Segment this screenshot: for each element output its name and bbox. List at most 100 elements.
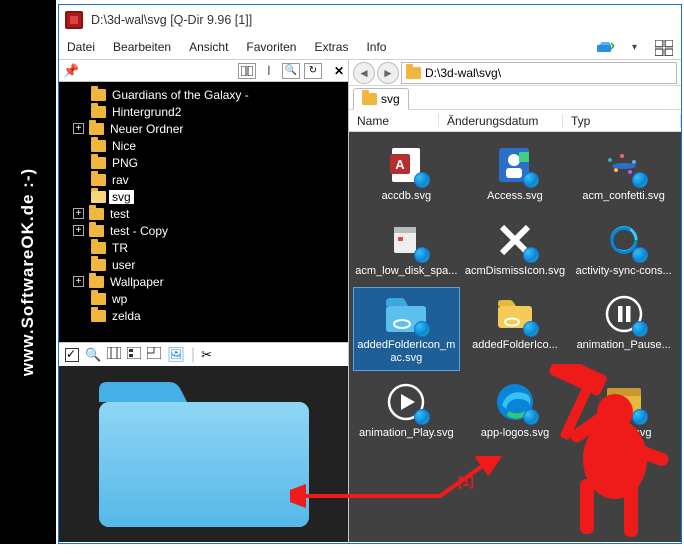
- file-item[interactable]: addedFolderIco...: [462, 287, 569, 370]
- magnify-icon[interactable]: 🔍: [282, 63, 300, 79]
- tree-item[interactable]: TR: [59, 239, 348, 256]
- file-name: app-logos.svg: [481, 427, 550, 440]
- close-pane-icon[interactable]: ✕: [334, 64, 344, 78]
- tree-item[interactable]: +test: [59, 205, 348, 222]
- expand-icon[interactable]: +: [73, 123, 84, 134]
- filmstrip-icon[interactable]: [107, 346, 121, 364]
- menu-info[interactable]: Info: [366, 40, 386, 54]
- tree-item[interactable]: +test - Copy: [59, 222, 348, 239]
- col-name[interactable]: Name: [349, 114, 439, 128]
- tree-label: Neuer Ordner: [107, 122, 186, 136]
- folder-icon: [89, 208, 104, 220]
- tab-svg[interactable]: svg: [353, 88, 409, 110]
- file-item[interactable]: addedFolderIcon_mac.svg: [353, 287, 460, 370]
- tree-label: zelda: [109, 309, 144, 323]
- edge-badge-icon: [523, 321, 539, 337]
- column-headers: Name Änderungsdatum Typ: [349, 110, 681, 132]
- menu-bearbeiten[interactable]: Bearbeiten: [113, 40, 171, 54]
- file-item[interactable]: acm_low_disk_spa...: [353, 213, 460, 284]
- file-name: acm_low_disk_spa...: [355, 265, 457, 278]
- file-item[interactable]: Aaccdb.svg: [353, 138, 460, 209]
- tree-label: wp: [109, 292, 130, 306]
- pin-icon[interactable]: 📌: [63, 63, 79, 79]
- folder-icon: [91, 174, 106, 186]
- edge-badge-icon: [414, 172, 430, 188]
- tree-item[interactable]: user: [59, 256, 348, 273]
- tree-item[interactable]: + Neuer Ordner: [59, 120, 348, 137]
- file-thumbnail: A: [380, 144, 432, 186]
- file-item[interactable]: archive.svg: [570, 375, 677, 446]
- app-window: D:\3d-wal\svg [Q-Dir 9.96 [1]] Datei Bea…: [58, 4, 682, 544]
- list-icon[interactable]: [127, 346, 141, 364]
- crop-icon[interactable]: ✂: [201, 347, 212, 363]
- file-item[interactable]: animation_Pause...: [570, 287, 677, 370]
- file-thumbnail: [598, 219, 650, 261]
- folder-icon: [91, 157, 106, 169]
- folder-icon: [89, 225, 104, 237]
- tree-item[interactable]: rav: [59, 171, 348, 188]
- tree-item[interactable]: wp: [59, 290, 348, 307]
- tree-item[interactable]: + Wallpaper: [59, 273, 348, 290]
- path-input[interactable]: D:\3d-wal\svg\: [401, 62, 677, 84]
- edge-badge-icon: [414, 247, 430, 263]
- dropdown-arrow-icon[interactable]: ▾: [632, 42, 637, 53]
- thumbnail-icon[interactable]: [147, 346, 161, 364]
- tree-item[interactable]: Nice: [59, 137, 348, 154]
- file-item[interactable]: app-logos.svg: [462, 375, 569, 446]
- folder-tree[interactable]: Guardians of the Galaxy - Hintergrund2 + Ne…: [59, 82, 348, 342]
- menu-ansicht[interactable]: Ansicht: [189, 40, 228, 54]
- preview-toggle-checkbox[interactable]: [65, 348, 79, 362]
- col-type[interactable]: Typ: [563, 114, 681, 128]
- edge-badge-icon: [414, 321, 430, 337]
- file-name: addedFolderIco...: [472, 339, 558, 352]
- file-item[interactable]: animation_Play.svg: [353, 375, 460, 446]
- col-date[interactable]: Änderungsdatum: [439, 114, 563, 128]
- folder-icon: [91, 242, 106, 254]
- file-thumbnail: [489, 293, 541, 335]
- tree-item[interactable]: PNG: [59, 154, 348, 171]
- file-thumbnail: [380, 381, 432, 423]
- tree-item[interactable]: Guardians of the Galaxy -: [59, 86, 348, 103]
- tree-item[interactable]: zelda: [59, 307, 348, 324]
- expand-icon[interactable]: +: [73, 225, 84, 236]
- tree-item[interactable]: svg: [59, 188, 348, 205]
- expand-icon[interactable]: +: [73, 208, 84, 219]
- nav-back-button[interactable]: ◄: [353, 62, 375, 84]
- right-pane: ◄ ► D:\3d-wal\svg\ svg Name Änderungsdat…: [349, 60, 681, 542]
- tree-label: user: [109, 258, 138, 272]
- folder-icon: [91, 106, 106, 118]
- edge-badge-icon: [632, 247, 648, 263]
- nav-forward-button[interactable]: ►: [377, 62, 399, 84]
- file-grid[interactable]: Aaccdb.svgAccess.svgacm_confetti.svg acm_…: [349, 132, 681, 542]
- window-title: D:\3d-wal\svg [Q-Dir 9.96 [1]]: [91, 13, 252, 27]
- file-item[interactable]: acmDismissIcon.svg: [462, 213, 569, 284]
- drive-icon[interactable]: [596, 40, 614, 54]
- magnify-icon[interactable]: 🔍: [85, 347, 101, 363]
- file-item[interactable]: Access.svg: [462, 138, 569, 209]
- picture-icon[interactable]: 🖼: [167, 346, 185, 363]
- preview-panel: [59, 366, 348, 542]
- layout-grid-icon[interactable]: [655, 40, 673, 54]
- folder-icon: [91, 310, 106, 322]
- tree-label: Hintergrund2: [109, 105, 184, 119]
- file-name: addedFolderIcon_mac.svg: [355, 339, 458, 364]
- file-name: animation_Play.svg: [359, 427, 454, 440]
- edge-badge-icon: [523, 247, 539, 263]
- expand-icon[interactable]: +: [73, 276, 84, 287]
- menu-extras[interactable]: Extras: [314, 40, 348, 54]
- menu-favoriten[interactable]: Favoriten: [246, 40, 296, 54]
- layout-split-icon[interactable]: [238, 63, 256, 79]
- tree-item[interactable]: Hintergrund2: [59, 103, 348, 120]
- file-thumbnail: [489, 219, 541, 261]
- tree-label: PNG: [109, 156, 141, 170]
- tree-label: Nice: [109, 139, 139, 153]
- menu-datei[interactable]: Datei: [67, 40, 95, 54]
- folder-icon: [89, 276, 104, 288]
- file-item[interactable]: activity-sync-cons...: [570, 213, 677, 284]
- file-thumbnail: [598, 381, 650, 423]
- refresh-icon[interactable]: ↻: [304, 63, 322, 79]
- tree-label: Wallpaper: [107, 275, 167, 289]
- file-thumbnail: [489, 144, 541, 186]
- file-thumbnail: [380, 219, 432, 261]
- file-item[interactable]: acm_confetti.svg: [570, 138, 677, 209]
